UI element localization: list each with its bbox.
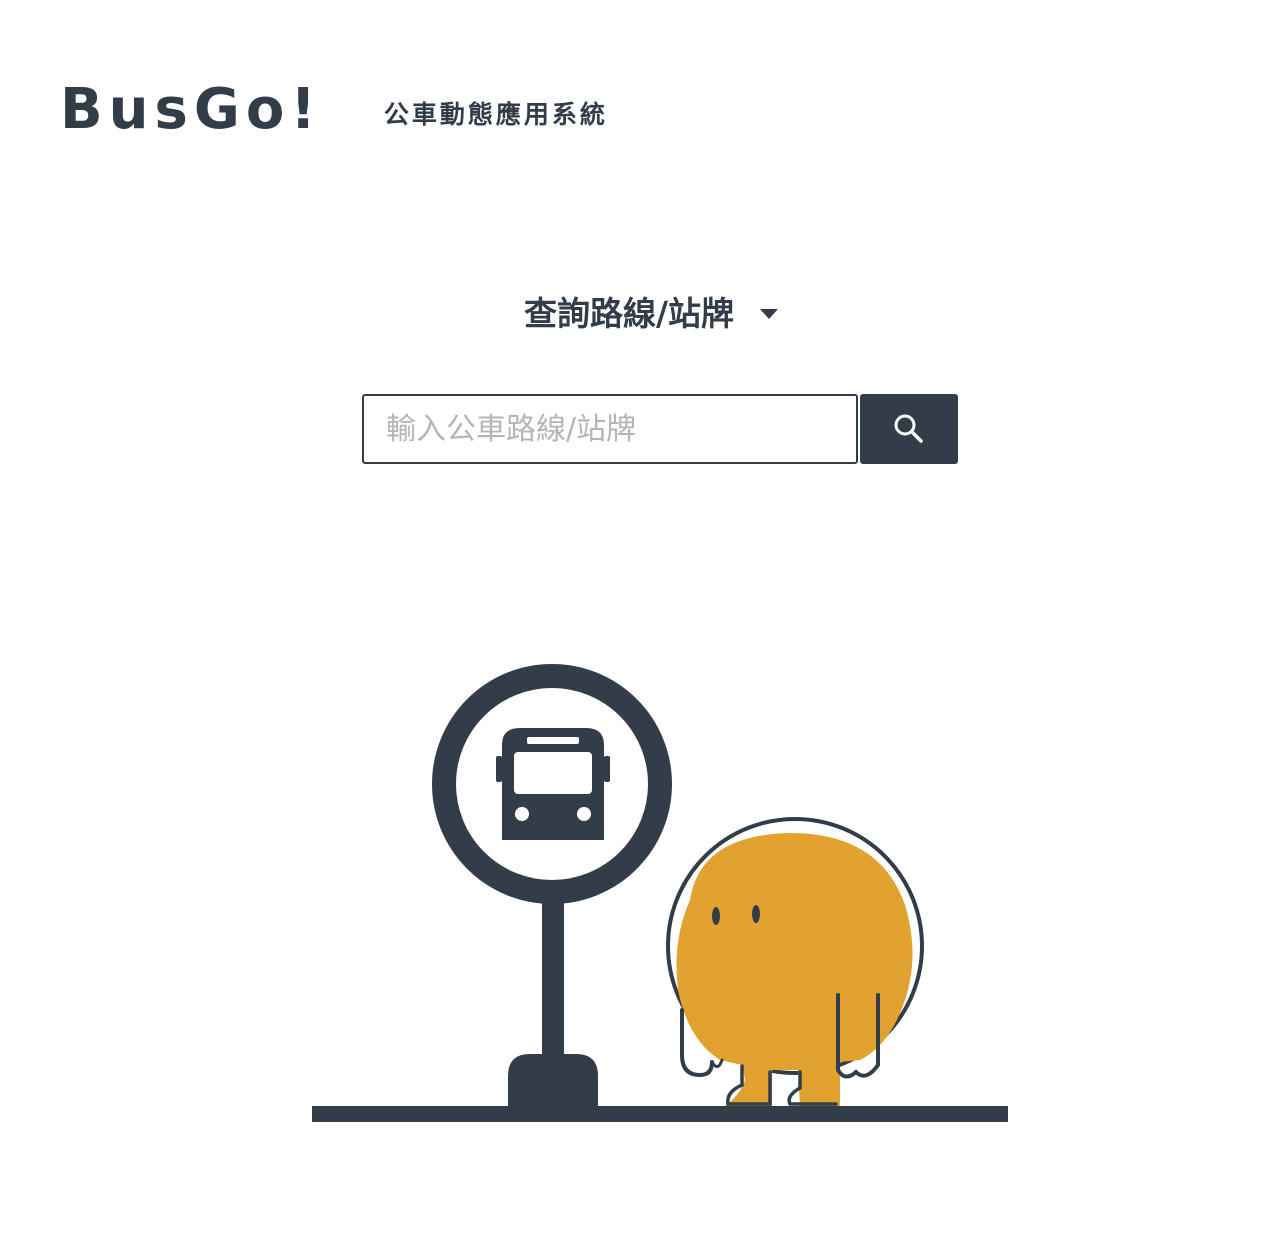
bus-icon: [496, 728, 610, 840]
ground-line: [312, 1106, 1008, 1122]
mascot-character: [666, 817, 924, 1106]
bus-stop-illustration: [312, 664, 1008, 1122]
